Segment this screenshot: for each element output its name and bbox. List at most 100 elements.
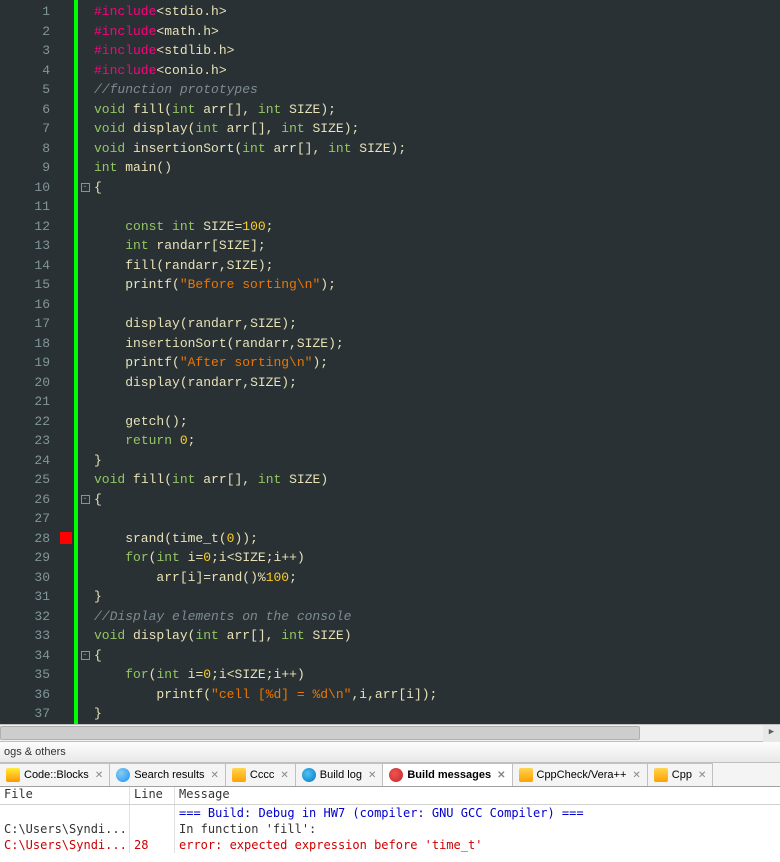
marker-cell[interactable] [58, 610, 74, 630]
code-line[interactable] [94, 392, 780, 412]
code-line[interactable]: void fill(int arr[], int SIZE) [94, 470, 780, 490]
fold-cell[interactable] [78, 139, 92, 159]
code-line[interactable] [94, 295, 780, 315]
marker-cell[interactable] [58, 509, 74, 529]
marker-cell[interactable] [58, 2, 74, 22]
marker-cell[interactable] [58, 314, 74, 334]
code-line[interactable]: fill(randarr,SIZE); [94, 256, 780, 276]
marker-cell[interactable] [58, 688, 74, 708]
marker-cell[interactable] [58, 373, 74, 393]
fold-cell[interactable] [78, 334, 92, 354]
fold-cell[interactable] [78, 217, 92, 237]
fold-cell[interactable] [78, 665, 92, 685]
code-line[interactable]: } [94, 587, 780, 607]
fold-cell[interactable] [78, 197, 92, 217]
fold-cell[interactable] [78, 2, 92, 22]
fold-cell[interactable] [78, 431, 92, 451]
code-line[interactable] [94, 197, 780, 217]
panel-tab[interactable]: Build messages✕ [383, 763, 512, 786]
fold-cell[interactable] [78, 119, 92, 139]
marker-cell[interactable] [58, 470, 74, 490]
close-icon[interactable]: ✕ [495, 770, 505, 781]
code-line[interactable]: getch(); [94, 412, 780, 432]
fold-cell[interactable] [78, 412, 92, 432]
marker-cell[interactable] [58, 236, 74, 256]
code-line[interactable]: { [94, 490, 780, 510]
fold-cell[interactable]: - [78, 490, 92, 510]
fold-cell[interactable] [78, 451, 92, 471]
close-icon[interactable]: ✕ [278, 770, 288, 781]
code-line[interactable]: insertionSort(randarr,SIZE); [94, 334, 780, 354]
fold-cell[interactable] [78, 314, 92, 334]
code-line[interactable]: return 0; [94, 431, 780, 451]
panel-tab[interactable]: Cccc✕ [226, 763, 296, 786]
col-header-file[interactable]: File [0, 787, 130, 804]
code-line[interactable]: const int SIZE=100; [94, 217, 780, 237]
marker-cell[interactable] [58, 334, 74, 354]
marker-cell[interactable] [58, 412, 74, 432]
line-number-gutter[interactable]: 1234567891011121314151617181920212223242… [0, 0, 58, 724]
fold-cell[interactable] [78, 256, 92, 276]
code-line[interactable]: for(int i=0;i<SIZE;i++) [94, 665, 780, 685]
panel-tab[interactable]: Code::Blocks✕ [0, 763, 110, 786]
marker-cell[interactable] [58, 100, 74, 120]
scroll-right-arrow[interactable]: ▶ [763, 725, 780, 742]
marker-cell[interactable] [58, 275, 74, 295]
fold-cell[interactable] [78, 236, 92, 256]
code-line[interactable]: display(randarr,SIZE); [94, 373, 780, 393]
marker-margin[interactable] [58, 0, 74, 724]
close-icon[interactable]: ✕ [93, 770, 103, 781]
marker-cell[interactable] [58, 668, 74, 688]
code-line[interactable]: //Display elements on the console [94, 607, 780, 627]
fold-cell[interactable] [78, 61, 92, 81]
message-row[interactable]: C:\Users\Syndi...In function 'fill': [0, 821, 780, 837]
marker-cell[interactable] [58, 217, 74, 237]
fold-cell[interactable] [78, 100, 92, 120]
marker-cell[interactable] [58, 295, 74, 315]
code-area[interactable]: #include<stdio.h>#include<math.h>#includ… [92, 0, 780, 724]
message-row[interactable]: C:\Users\Syndi...28error: expected expre… [0, 837, 780, 853]
horizontal-scrollbar[interactable]: ▶ [0, 724, 780, 741]
marker-cell[interactable] [58, 197, 74, 217]
code-line[interactable]: { [94, 178, 780, 198]
code-line[interactable]: for(int i=0;i<SIZE;i++) [94, 548, 780, 568]
marker-cell[interactable] [58, 532, 74, 552]
fold-cell[interactable] [78, 158, 92, 178]
marker-cell[interactable] [58, 353, 74, 373]
fold-cell[interactable] [78, 41, 92, 61]
code-line[interactable]: } [94, 704, 780, 724]
fold-cell[interactable]: - [78, 178, 92, 198]
panel-tab[interactable]: Cpp✕ [648, 763, 714, 786]
marker-cell[interactable] [58, 490, 74, 510]
marker-cell[interactable] [58, 629, 74, 649]
fold-toggle-icon[interactable]: - [81, 495, 90, 504]
code-line[interactable]: display(randarr,SIZE); [94, 314, 780, 334]
close-icon[interactable]: ✕ [696, 770, 706, 781]
code-line[interactable]: int randarr[SIZE]; [94, 236, 780, 256]
code-line[interactable]: #include<stdio.h> [94, 2, 780, 22]
code-editor[interactable]: 1234567891011121314151617181920212223242… [0, 0, 780, 724]
marker-cell[interactable] [58, 119, 74, 139]
close-icon[interactable]: ✕ [630, 770, 640, 781]
marker-cell[interactable] [58, 649, 74, 669]
code-line[interactable]: void fill(int arr[], int SIZE); [94, 100, 780, 120]
fold-cell[interactable] [78, 392, 92, 412]
marker-cell[interactable] [58, 178, 74, 198]
col-header-message[interactable]: Message [175, 787, 780, 804]
marker-cell[interactable] [58, 571, 74, 591]
marker-cell[interactable] [58, 392, 74, 412]
code-line[interactable]: void display(int arr[], int SIZE) [94, 626, 780, 646]
marker-cell[interactable] [58, 61, 74, 81]
marker-cell[interactable] [58, 590, 74, 610]
fold-cell[interactable] [78, 587, 92, 607]
code-line[interactable]: //function prototypes [94, 80, 780, 100]
fold-cell[interactable] [78, 685, 92, 705]
close-icon[interactable]: ✕ [209, 770, 219, 781]
code-line[interactable] [94, 509, 780, 529]
fold-margin[interactable]: --- [78, 0, 92, 724]
code-line[interactable]: void insertionSort(int arr[], int SIZE); [94, 139, 780, 159]
code-line[interactable]: { [94, 646, 780, 666]
marker-cell[interactable] [58, 431, 74, 451]
code-line[interactable]: arr[i]=rand()%100; [94, 568, 780, 588]
marker-cell[interactable] [58, 158, 74, 178]
